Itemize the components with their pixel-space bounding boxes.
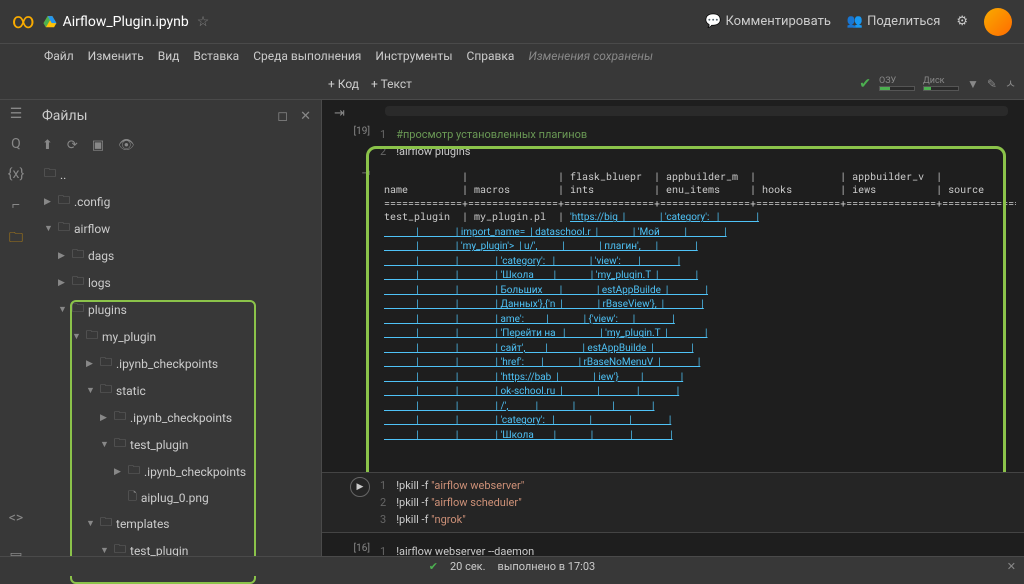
cell-prompt-16: [16]	[353, 543, 370, 554]
menu-tools[interactable]: Инструменты	[375, 49, 452, 63]
cell-19-output: ⇥ | | flask_bluepr | appbuilder_m | | ap…	[322, 164, 1024, 449]
tree-static[interactable]: ▼🗀static	[38, 377, 315, 404]
menu-view[interactable]: Вид	[158, 49, 180, 63]
resource-disk[interactable]: Диск	[923, 76, 959, 91]
var-icon[interactable]: {x}	[8, 166, 24, 182]
plugin-table-output: | | flask_bluepr | appbuilder_m | | appb…	[376, 166, 1016, 447]
tree-dags[interactable]: ▶🗀dags	[38, 242, 315, 269]
menu-edit[interactable]: Изменить	[88, 49, 144, 63]
tree-png[interactable]: 🗋aiplug_0.png	[38, 485, 315, 510]
pencil-icon[interactable]: ✎	[987, 77, 997, 91]
cell-19[interactable]: [19] 1#просмотр установленных плагинов 2…	[322, 122, 1024, 164]
status-bar: ✔ 20 сек. выполнено в 17:03 ✕	[0, 556, 1024, 576]
header: ∞ Airflow_Plugin.ipynb ☆ 💬 Комментироват…	[0, 0, 1024, 44]
status-completed: выполнено в 17:03	[498, 560, 596, 573]
share-button[interactable]: 👥 Поделиться	[847, 14, 940, 29]
tree-tp1[interactable]: ▼🗀test_plugin	[38, 431, 315, 458]
menu-insert[interactable]: Вставка	[193, 49, 239, 63]
play-button[interactable]: ▶	[350, 477, 370, 497]
menu-file[interactable]: Файл	[44, 49, 74, 63]
search-icon[interactable]: Q	[11, 136, 21, 152]
files-icon[interactable]: 🗀	[9, 227, 23, 251]
cell-kill[interactable]: ▶ 1!pkill -f "airflow webserver" 2!pkill…	[322, 472, 1024, 533]
check-icon: ✔	[859, 76, 871, 92]
files-sidebar: Файлы ◻ ✕ ⬆ ⟳ ▣ 👁 🗀.. ▶🗀.config ▼🗀airflo…	[32, 100, 322, 576]
status-time: 20 сек.	[450, 560, 486, 573]
menu-bar: Файл Изменить Вид Вставка Среда выполнен…	[0, 44, 1024, 68]
code-icon[interactable]: <>	[9, 510, 23, 526]
menu-runtime[interactable]: Среда выполнения	[253, 49, 361, 63]
tree-ck3[interactable]: ▶🗀.ipynb_checkpoints	[38, 458, 315, 485]
settings-icon[interactable]: ⚙	[956, 14, 968, 29]
add-text-button[interactable]: + Текст	[371, 77, 412, 91]
tree-ck2[interactable]: ▶🗀.ipynb_checkpoints	[38, 404, 315, 431]
refresh-icon[interactable]: ⟳	[67, 138, 78, 153]
sidebar-title: Файлы	[42, 108, 87, 124]
file-tree[interactable]: 🗀.. ▶🗀.config ▼🗀airflow ▶🗀dags ▶🗀logs ▼🗀…	[32, 159, 321, 556]
dropdown-icon[interactable]: ▼	[967, 77, 979, 91]
tree-logs[interactable]: ▶🗀logs	[38, 269, 315, 296]
new-window-icon[interactable]: ◻	[277, 109, 288, 124]
close-icon[interactable]: ✕	[300, 109, 311, 124]
toc-icon[interactable]: ☰	[10, 106, 23, 122]
tree-ck1[interactable]: ▶🗀.ipynb_checkpoints	[38, 350, 315, 377]
key-icon[interactable]: ⌐	[12, 196, 20, 213]
tree-plugins[interactable]: ▼🗀plugins	[38, 296, 315, 323]
status-check-icon: ✔	[429, 560, 438, 573]
saved-status: Изменения сохранены	[528, 49, 653, 63]
more-icon[interactable]: ㅅ	[1005, 75, 1016, 92]
add-code-button[interactable]: + Код	[328, 77, 359, 91]
comment-button[interactable]: 💬 Комментировать	[705, 14, 831, 29]
tree-myplugin[interactable]: ▼🗀my_plugin	[38, 323, 315, 350]
output-toggle-icon[interactable]: ⇥	[362, 168, 370, 179]
upload-icon[interactable]: ⬆	[42, 138, 53, 153]
tree-airflow[interactable]: ▼🗀airflow	[38, 215, 315, 242]
notebook-toolbar: + Код + Текст ✔ ОЗУ Диск ▼ ✎ ㅅ	[0, 68, 1024, 100]
drive-icon	[43, 15, 57, 29]
tree-tp2[interactable]: ▼🗀test_plugin	[38, 537, 315, 556]
h-scrollbar[interactable]	[385, 106, 1008, 116]
run-all-icon[interactable]: ⇥	[334, 106, 345, 121]
resource-ram[interactable]: ОЗУ	[879, 76, 915, 91]
tree-config[interactable]: ▶🗀.config	[38, 188, 315, 215]
colab-logo: ∞	[12, 9, 35, 34]
avatar[interactable]	[984, 8, 1012, 36]
notebook-title[interactable]: Airflow_Plugin.ipynb	[63, 14, 189, 30]
menu-help[interactable]: Справка	[467, 49, 515, 63]
tree-root[interactable]: 🗀..	[38, 161, 315, 188]
status-close-icon[interactable]: ✕	[1007, 560, 1016, 573]
mount-icon[interactable]: ▣	[92, 138, 104, 153]
cell-prompt: [19]	[353, 126, 370, 137]
folder-toggle-icon[interactable]: 👁	[118, 138, 135, 153]
tree-templates[interactable]: ▼🗀templates	[38, 510, 315, 537]
star-icon[interactable]: ☆	[197, 14, 210, 30]
left-rail: ☰ Q {x} ⌐ 🗀 <> ▤	[0, 100, 32, 576]
notebook-area[interactable]: ⇥ [19] 1#просмотр установленных плагинов…	[322, 100, 1024, 576]
